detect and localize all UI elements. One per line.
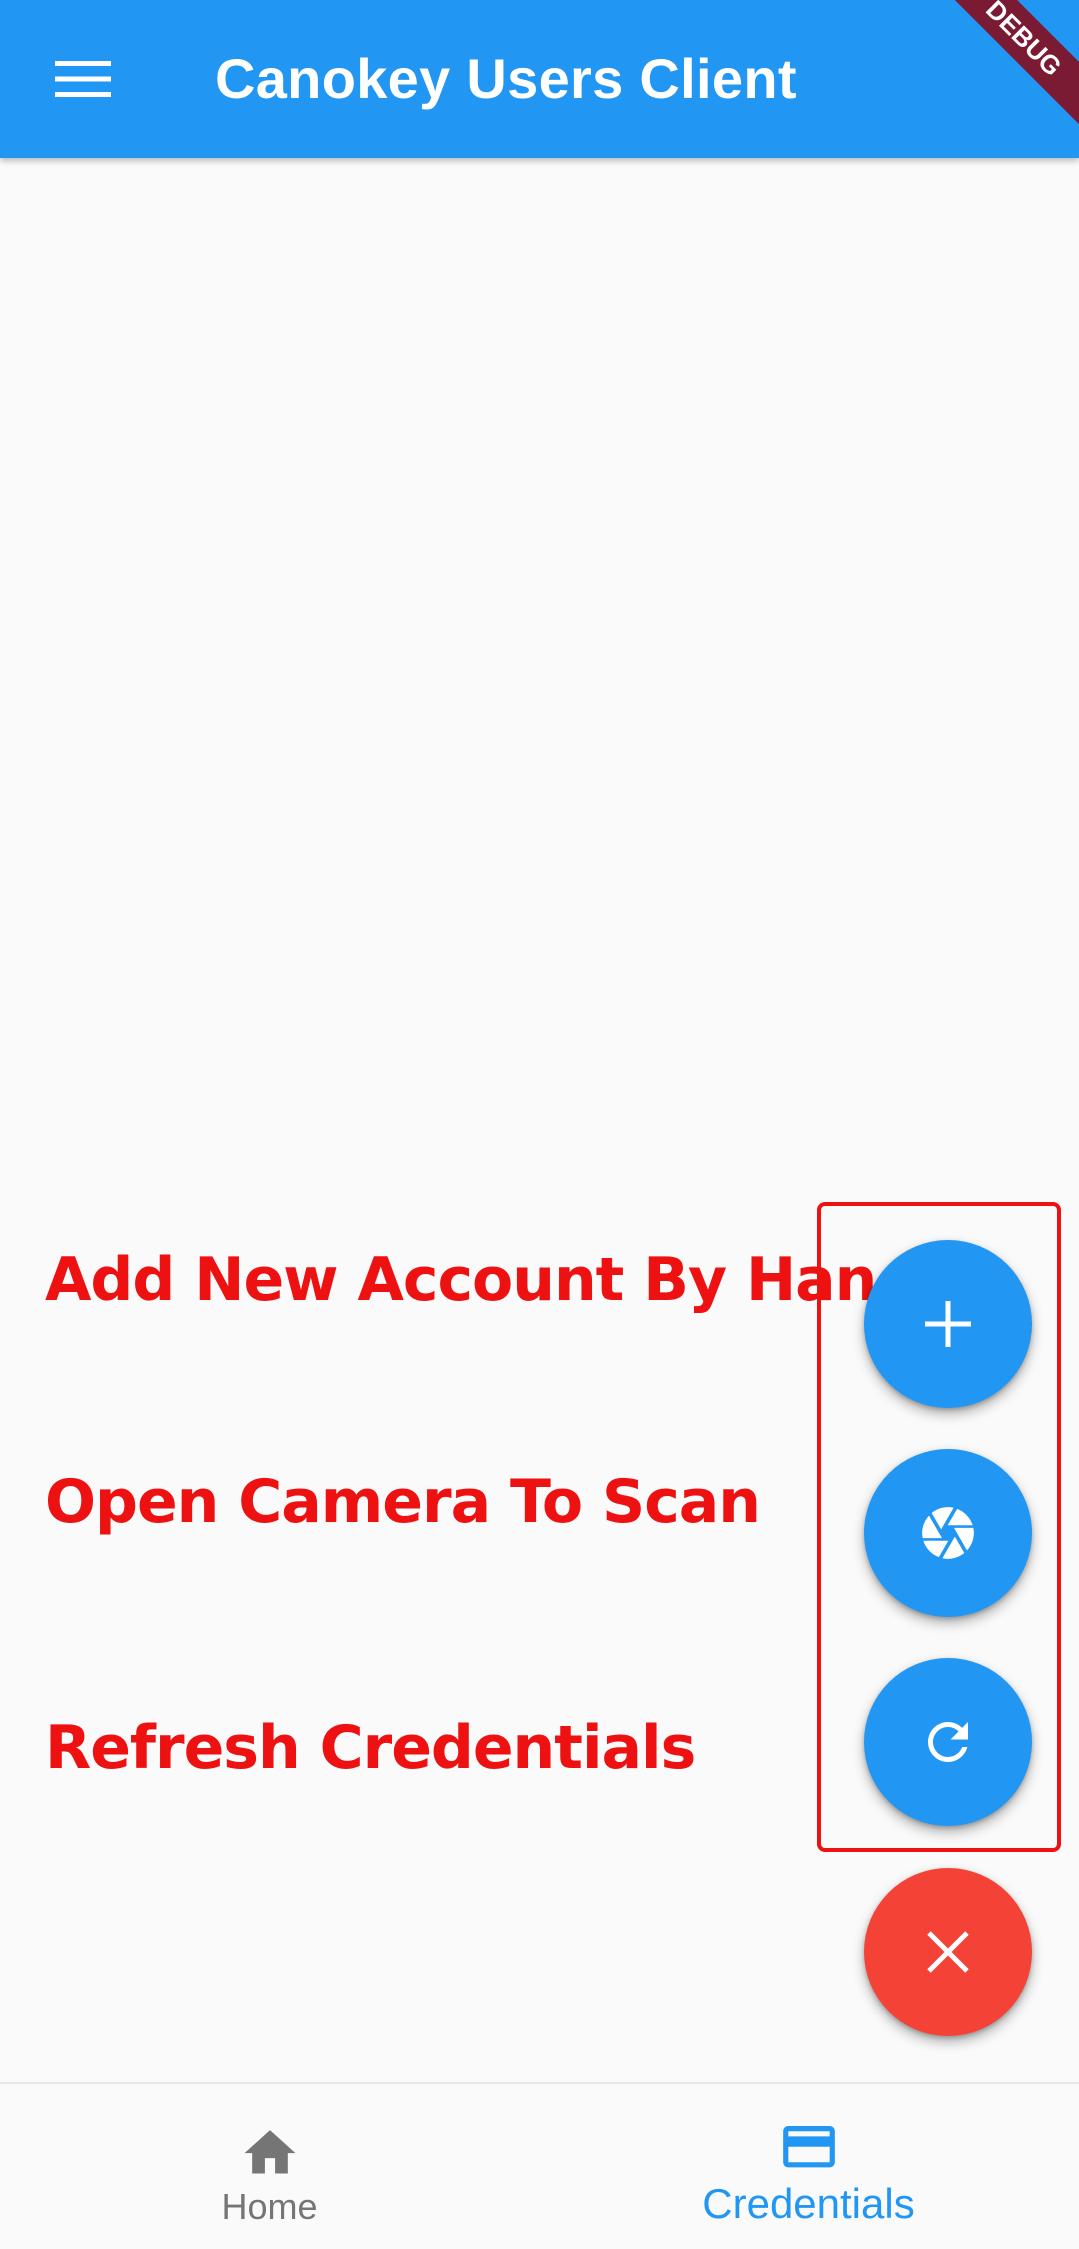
nav-item-home[interactable]: Home [0,2084,539,2249]
camera-aperture-icon [922,1507,974,1559]
add-account-button[interactable] [864,1240,1032,1408]
app-bar: Canokey Users Client DEBUG [0,0,1079,158]
menu-icon [55,61,111,97]
nav-label-credentials: Credentials [702,2180,915,2227]
annotation-open-camera: Open Camera To Scan [45,1467,761,1537]
menu-button[interactable] [40,36,126,122]
close-icon [927,1931,969,1973]
bottom-navigation: Home Credentials [0,2082,1079,2249]
credit-card-icon [782,2126,835,2168]
annotation-add-by-hand: Add New Account By Hand [45,1245,919,1315]
refresh-credentials-button[interactable] [864,1658,1032,1826]
refresh-icon [928,1722,968,1762]
nav-label-home: Home [221,2186,318,2227]
app-title: Canokey Users Client [215,47,797,110]
annotation-refresh: Refresh Credentials [45,1713,696,1783]
nav-item-credentials[interactable]: Credentials [539,2084,1078,2249]
debug-banner: DEBUG [920,0,1079,142]
add-icon [925,1301,971,1347]
close-menu-button[interactable] [864,1868,1032,2036]
home-icon [244,2130,295,2174]
scan-camera-button[interactable] [864,1449,1032,1617]
